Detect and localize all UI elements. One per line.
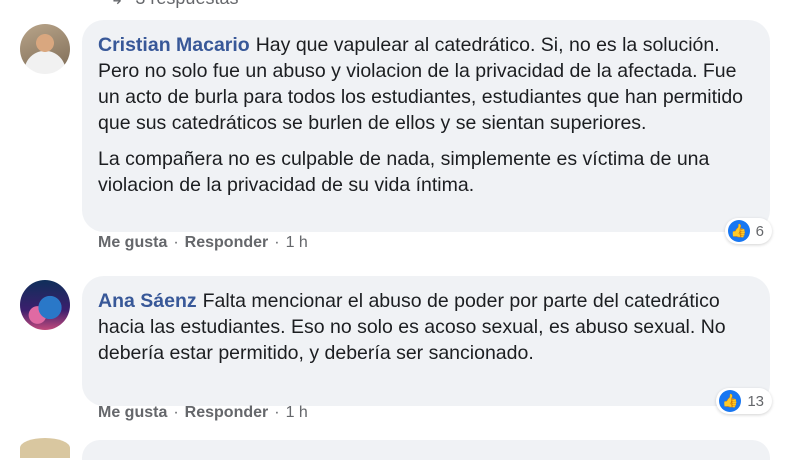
comment-bubble: [82, 440, 770, 460]
comment-text: La compañera no es culpable de nada, sim…: [98, 148, 710, 196]
avatar[interactable]: [20, 438, 70, 458]
replies-count-label: 3 respuestas: [135, 0, 238, 9]
reaction-count: 13: [747, 392, 764, 410]
avatar[interactable]: [20, 280, 70, 330]
like-button[interactable]: Me gusta: [98, 404, 167, 422]
view-replies-link[interactable]: ↳ 3 respuestas: [110, 0, 238, 9]
comment-author[interactable]: Cristian Macario: [98, 34, 250, 56]
reply-button[interactable]: Responder: [185, 404, 269, 422]
comment-paragraph: Ana Sáenz Falta mencionar el abuso de pod…: [98, 288, 752, 366]
reply-button[interactable]: Responder: [185, 234, 269, 252]
thumbs-up-icon: 👍: [727, 220, 750, 242]
reply-arrow-icon: ↳: [110, 0, 123, 9]
comment-paragraph: Cristian Macario Hay que vapulear al cate…: [98, 32, 752, 136]
thumbs-up-icon: 👍: [719, 390, 742, 412]
comment-timestamp[interactable]: 1 h: [286, 404, 308, 422]
comment-actions: Me gusta · Responder · 1 h: [98, 234, 308, 252]
comment-bubble: Cristian Macario Hay que vapulear al cate…: [82, 20, 770, 232]
comment-bubble: Ana Sáenz Falta mencionar el abuso de pod…: [82, 276, 770, 406]
avatar[interactable]: [20, 24, 70, 74]
reaction-count: 6: [755, 222, 764, 240]
reaction-summary[interactable]: 👍 13: [716, 388, 772, 414]
like-button[interactable]: Me gusta: [98, 234, 167, 252]
comment-actions: Me gusta · Responder · 1 h: [98, 404, 308, 422]
comment-author[interactable]: Ana Sáenz: [98, 290, 197, 312]
reaction-summary[interactable]: 👍 6: [724, 218, 772, 244]
comment-timestamp[interactable]: 1 h: [286, 234, 308, 252]
